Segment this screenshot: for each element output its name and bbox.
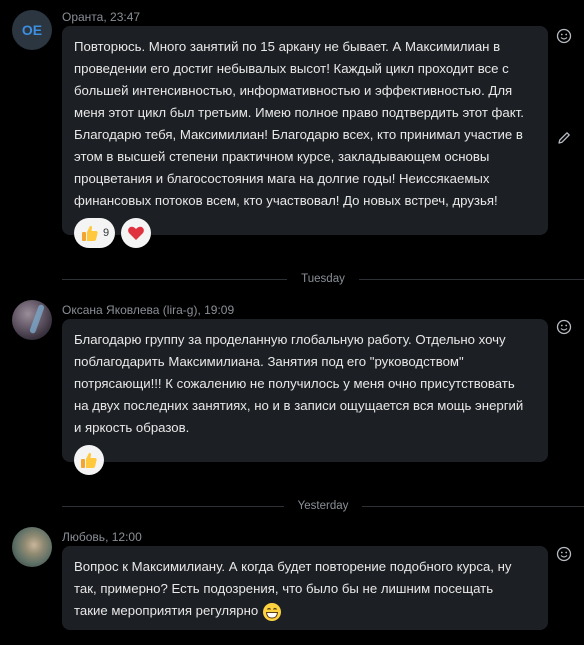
avatar[interactable]: ОЕ <box>12 10 52 50</box>
author-name[interactable]: Оранта <box>62 10 103 24</box>
thumbs-up-icon <box>82 225 98 241</box>
add-reaction-icon[interactable] <box>556 28 572 44</box>
add-reaction-icon[interactable] <box>556 546 572 562</box>
message-text-content: Вопрос к Максимилиану. А когда будет пов… <box>74 559 512 618</box>
divider-line <box>358 278 584 280</box>
message-bubble: Повторюсь. Много занятий по 15 аркану не… <box>62 26 548 248</box>
reactions: 9 <box>74 218 536 248</box>
message-meta: Оксана Яковлева (lira-g), 19:09 <box>62 303 234 317</box>
message-text: Вопрос к Максимилиану. А когда будет пов… <box>74 556 536 622</box>
add-reaction-icon[interactable] <box>556 319 572 335</box>
avatar[interactable] <box>12 527 52 567</box>
timestamp: 12:00 <box>111 530 142 544</box>
thumbs-up-icon <box>81 452 97 468</box>
timestamp: 19:09 <box>204 303 235 317</box>
message-meta: Оранта, 23:47 <box>62 10 140 24</box>
message-bubble: Благодарю группу за проделанную глобальн… <box>62 319 548 475</box>
message-meta: Любовь, 12:00 <box>62 530 142 544</box>
reaction-count: 9 <box>103 227 110 239</box>
author-name[interactable]: Оксана Яковлева (lira-g) <box>62 303 197 317</box>
divider-line <box>62 278 288 280</box>
author-name[interactable]: Любовь <box>62 530 105 544</box>
meta-separator: , <box>105 530 112 544</box>
message-text: Благодарю группу за проделанную глобальн… <box>74 332 524 435</box>
timestamp: 23:47 <box>110 10 141 24</box>
avatar[interactable] <box>12 300 52 340</box>
divider-line <box>362 505 584 507</box>
reaction-thumbs-up[interactable] <box>74 445 104 475</box>
meta-separator: , <box>103 10 111 24</box>
avatar-initials: ОЕ <box>21 22 43 38</box>
date-divider: Tuesday <box>62 272 584 286</box>
reactions <box>74 445 536 475</box>
message-bubble: Вопрос к Максимилиану. А когда будет пов… <box>62 546 548 630</box>
divider-line <box>62 505 284 507</box>
edit-icon[interactable] <box>556 130 572 146</box>
heart-icon <box>128 226 145 240</box>
divider-label: Tuesday <box>301 273 345 285</box>
date-divider: Yesterday <box>62 499 584 513</box>
reaction-heart[interactable] <box>121 218 152 248</box>
divider-label: Yesterday <box>297 500 349 512</box>
message-text: Повторюсь. Много занятий по 15 аркану не… <box>74 39 524 208</box>
grinning-face-icon <box>263 602 282 621</box>
reaction-thumbs-up[interactable]: 9 <box>74 218 116 248</box>
